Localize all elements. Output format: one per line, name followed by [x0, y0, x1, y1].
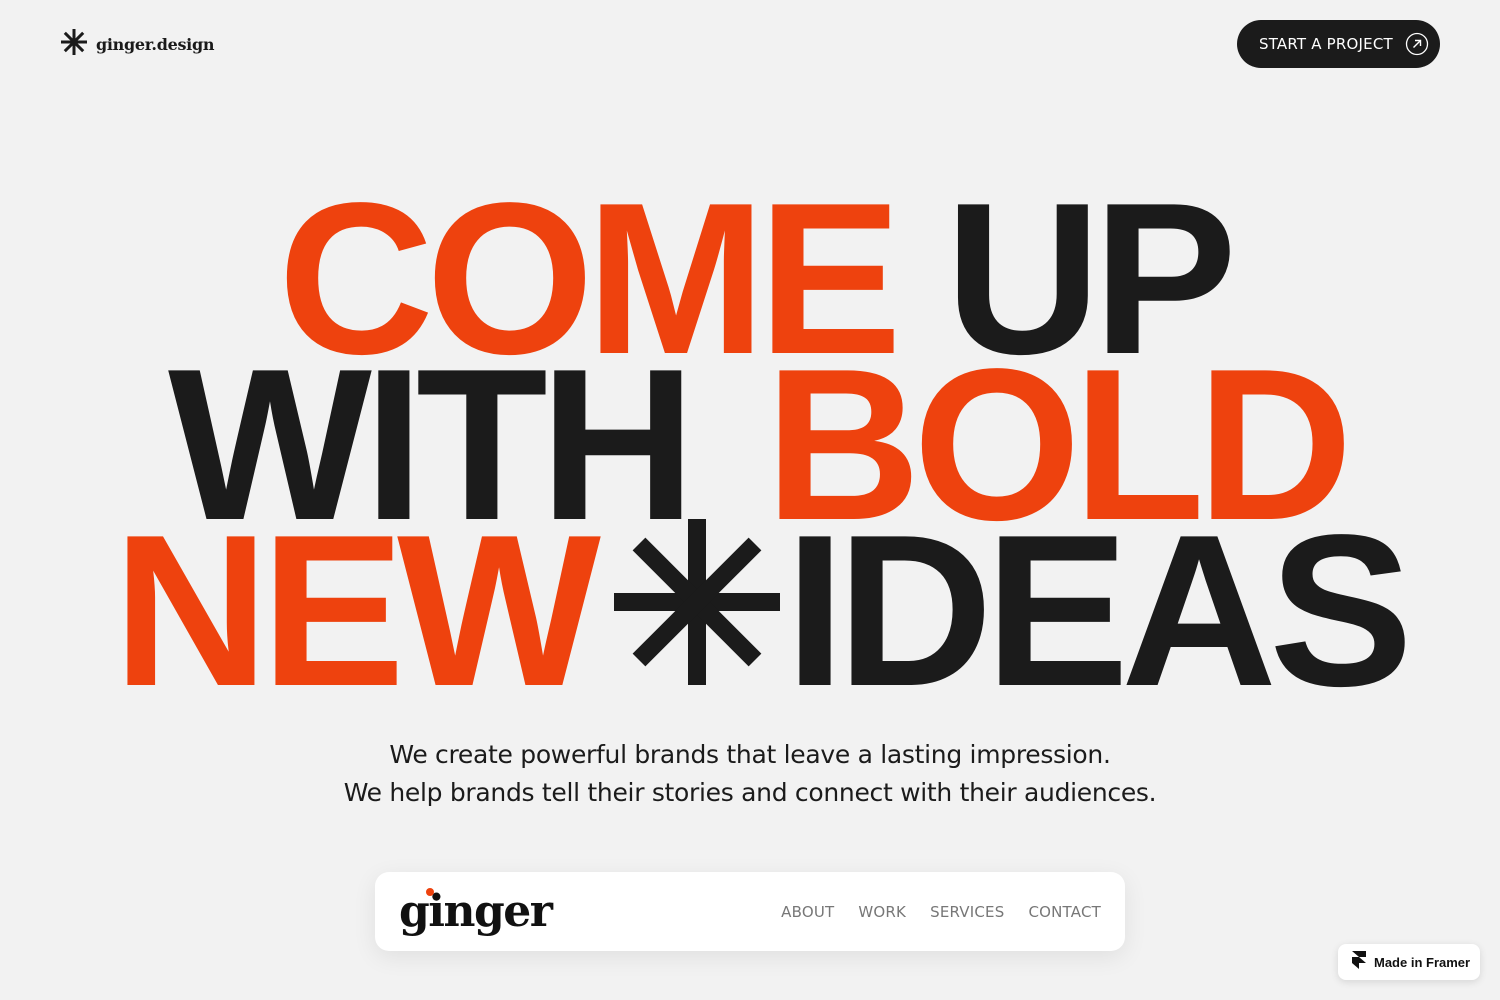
nav-links: ABOUT WORK SERVICES CONTACT: [781, 903, 1101, 921]
framer-label: Made in Framer: [1374, 954, 1471, 970]
made-in-framer-badge[interactable]: Made in Framer: [1338, 944, 1480, 980]
subtitle-line-2: We help brands tell their stories and co…: [343, 778, 1157, 807]
start-project-button[interactable]: START A PROJECT: [1237, 20, 1440, 68]
nav-link-work[interactable]: WORK: [858, 903, 906, 921]
nav-brand-text: ginger: [399, 885, 553, 937]
logo-text: ginger.design: [96, 34, 215, 54]
nav-brand-logo[interactable]: ginger: [399, 887, 553, 934]
page: ginger.design START A PROJECT COME UP WI…: [0, 0, 1500, 1000]
brand-dot: [426, 887, 434, 896]
framer-icon: [1352, 951, 1366, 973]
cta-label: START A PROJECT: [1259, 35, 1393, 53]
nav-link-services[interactable]: SERVICES: [930, 903, 1004, 921]
asterisk-icon: [614, 519, 780, 689]
asterisk-icon: [60, 28, 88, 60]
headline-word-ideas: IDEAS: [785, 489, 1413, 731]
nav-link-about[interactable]: ABOUT: [781, 903, 834, 921]
site-logo[interactable]: ginger.design: [60, 28, 214, 60]
subtitle-line-1: We create powerful brands that leave a l…: [389, 740, 1111, 769]
headline-word-new: NEW: [113, 489, 601, 731]
bottom-nav-bar: ginger ABOUT WORK SERVICES CONTACT: [375, 872, 1125, 951]
nav-link-contact[interactable]: CONTACT: [1028, 903, 1101, 921]
arrow-up-right-circle-icon: [1405, 32, 1429, 56]
hero-subtitle: We create powerful brands that leave a l…: [0, 736, 1500, 812]
